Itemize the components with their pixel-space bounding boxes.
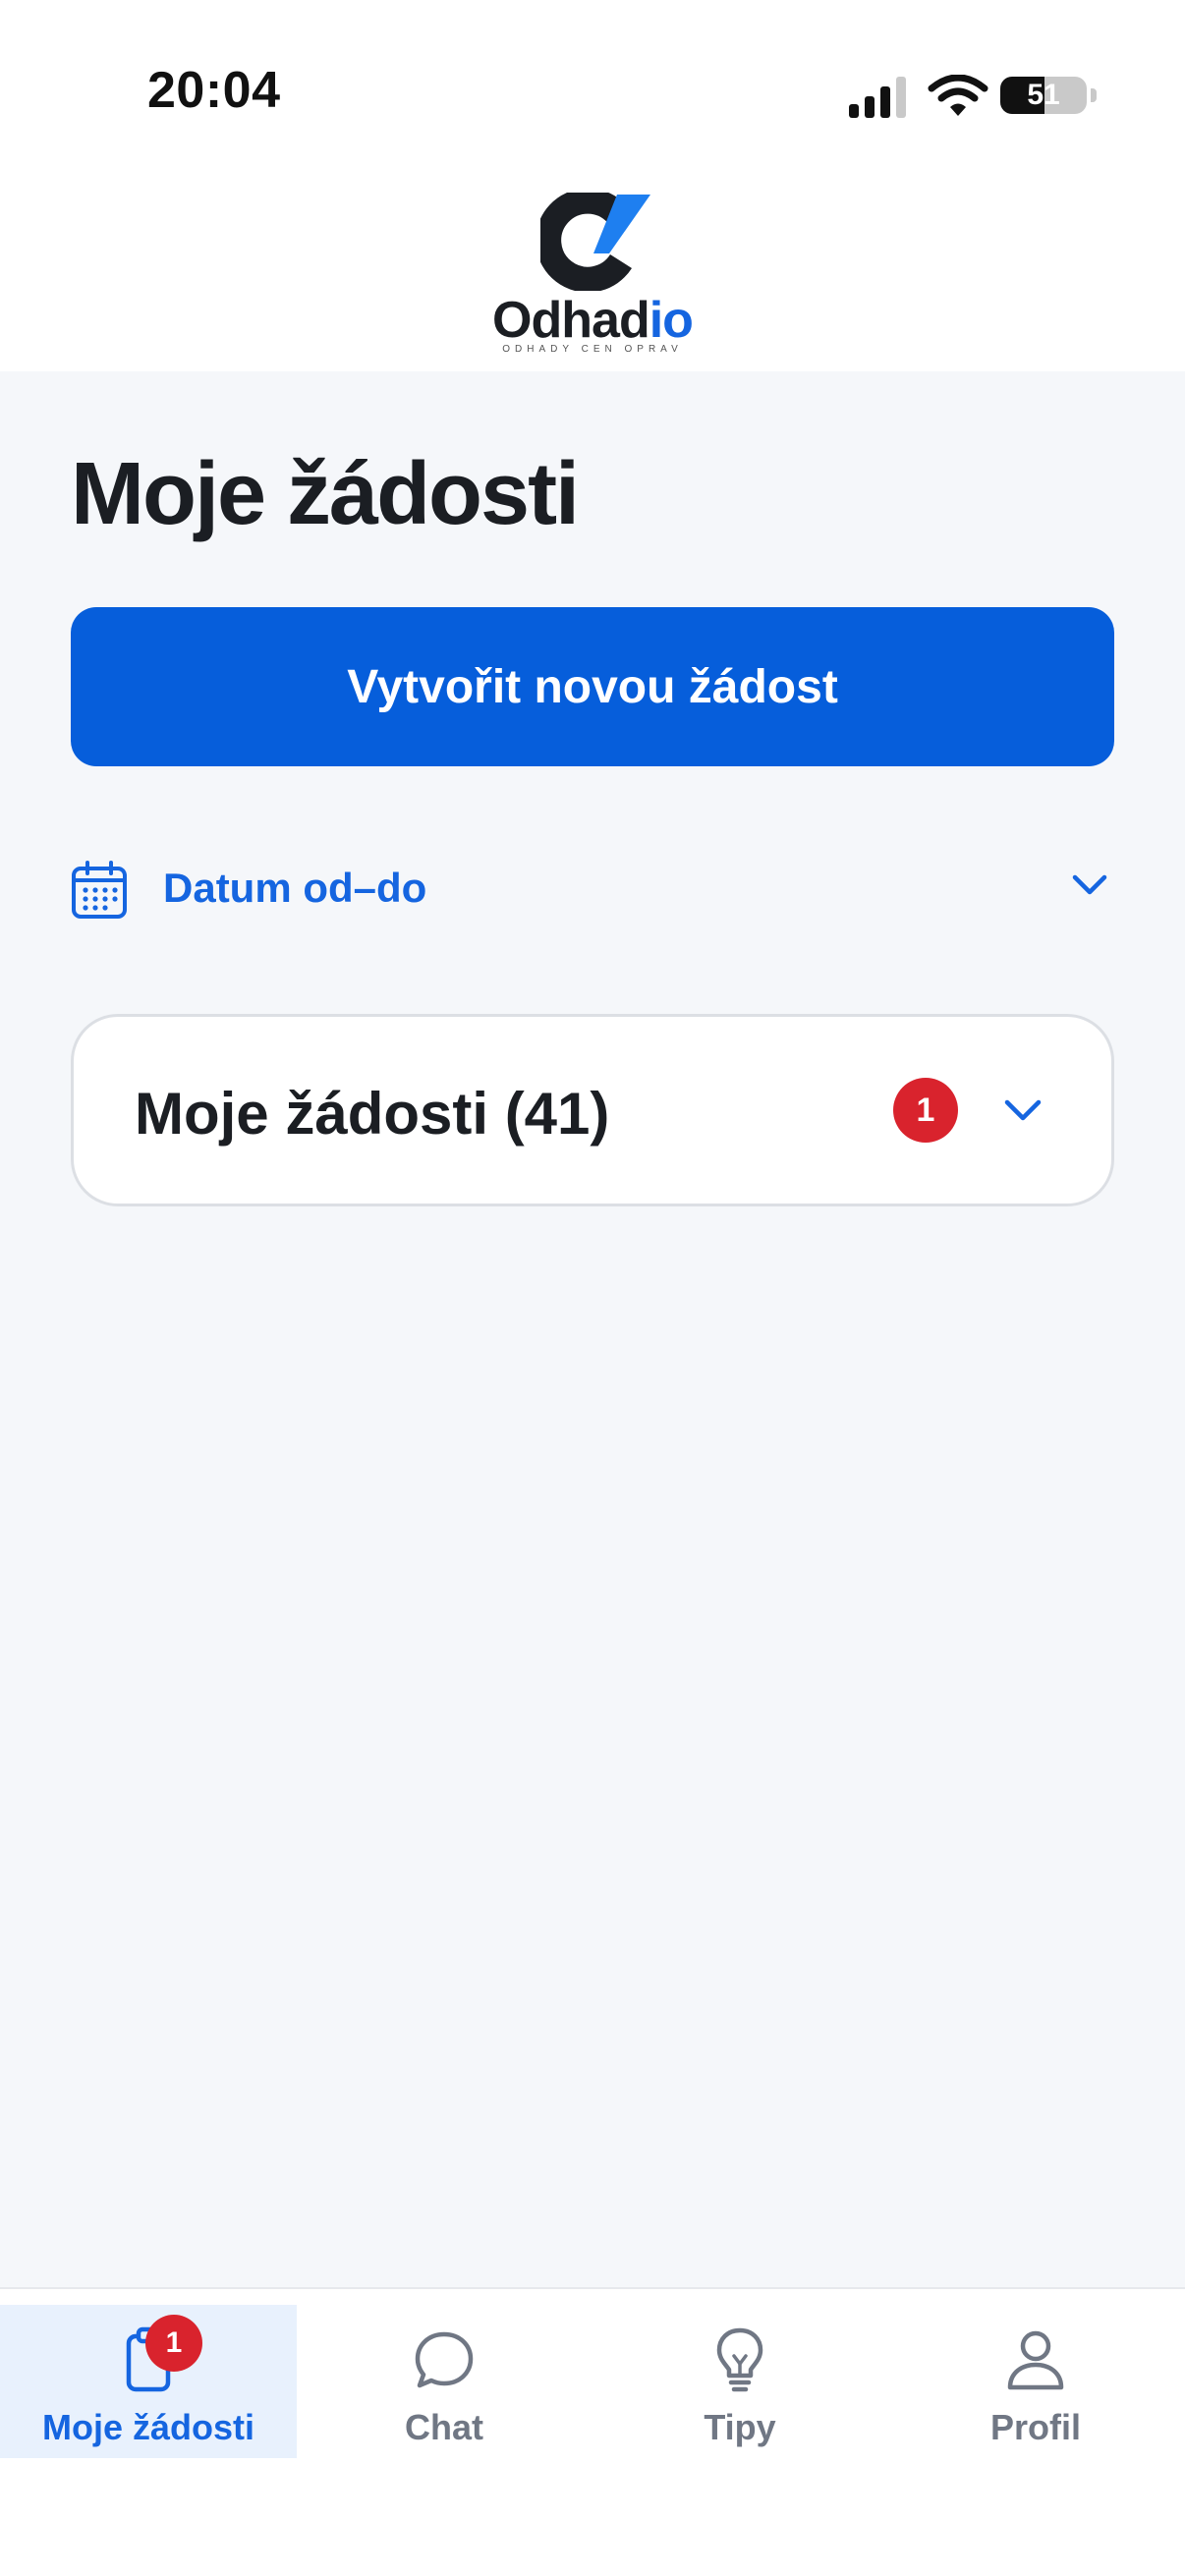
tab-label: Profil	[989, 2407, 1081, 2447]
tab-label: Moje žádosti	[41, 2407, 255, 2447]
battery-cap	[1091, 88, 1097, 102]
chevron-down-icon[interactable]	[1003, 1097, 1043, 1123]
cellular-signal-icon	[849, 77, 906, 118]
unread-badge: 1	[893, 1078, 958, 1143]
requests-accordion[interactable]: Moje žádosti (41) 1	[71, 1014, 1114, 1206]
tab-profile[interactable]: Profil	[887, 2305, 1184, 2458]
brand-logo: Odhadio ODHADY CEN OPRAV	[472, 193, 713, 362]
tab-chat[interactable]: Chat	[296, 2305, 592, 2458]
tab-badge: 1	[145, 2315, 202, 2372]
wifi-icon	[928, 75, 988, 116]
date-range-filter[interactable]: Datum od–do	[71, 855, 1114, 924]
brand-tagline: ODHADY CEN OPRAV	[502, 344, 683, 355]
create-request-button[interactable]: Vytvořit novou žádost	[71, 607, 1114, 766]
status-time: 20:04	[147, 62, 281, 119]
tab-label: Chat	[405, 2407, 483, 2447]
user-icon	[1007, 2330, 1064, 2390]
requests-accordion-title: Moje žádosti (41)	[135, 1081, 610, 1147]
chat-bubble-icon	[415, 2331, 474, 2388]
wordmark-main: Odhad	[492, 292, 650, 349]
lightbulb-icon	[716, 2327, 763, 2392]
wordmark-accent: io	[649, 292, 694, 349]
app-header: 20:04 51 Odhadio ODHADY CEN OPRAV	[0, 0, 1185, 371]
calendar-icon	[72, 861, 127, 919]
date-range-label: Datum od–do	[163, 865, 427, 911]
tab-tips[interactable]: Tipy	[592, 2305, 888, 2458]
tab-label: Tipy	[704, 2407, 776, 2447]
page-title: Moje žádosti	[71, 445, 580, 543]
chevron-down-icon[interactable]	[1071, 872, 1108, 898]
tab-my-requests[interactable]: 1 Moje žádosti	[0, 2305, 297, 2458]
battery-level: 51	[1027, 79, 1060, 111]
battery-icon: 51	[1000, 77, 1087, 114]
logo-mark-icon	[540, 193, 650, 291]
brand-wordmark: Odhadio	[483, 291, 702, 350]
bottom-tab-bar: 1 Moje žádosti Chat Tipy Profil	[0, 2287, 1185, 2576]
